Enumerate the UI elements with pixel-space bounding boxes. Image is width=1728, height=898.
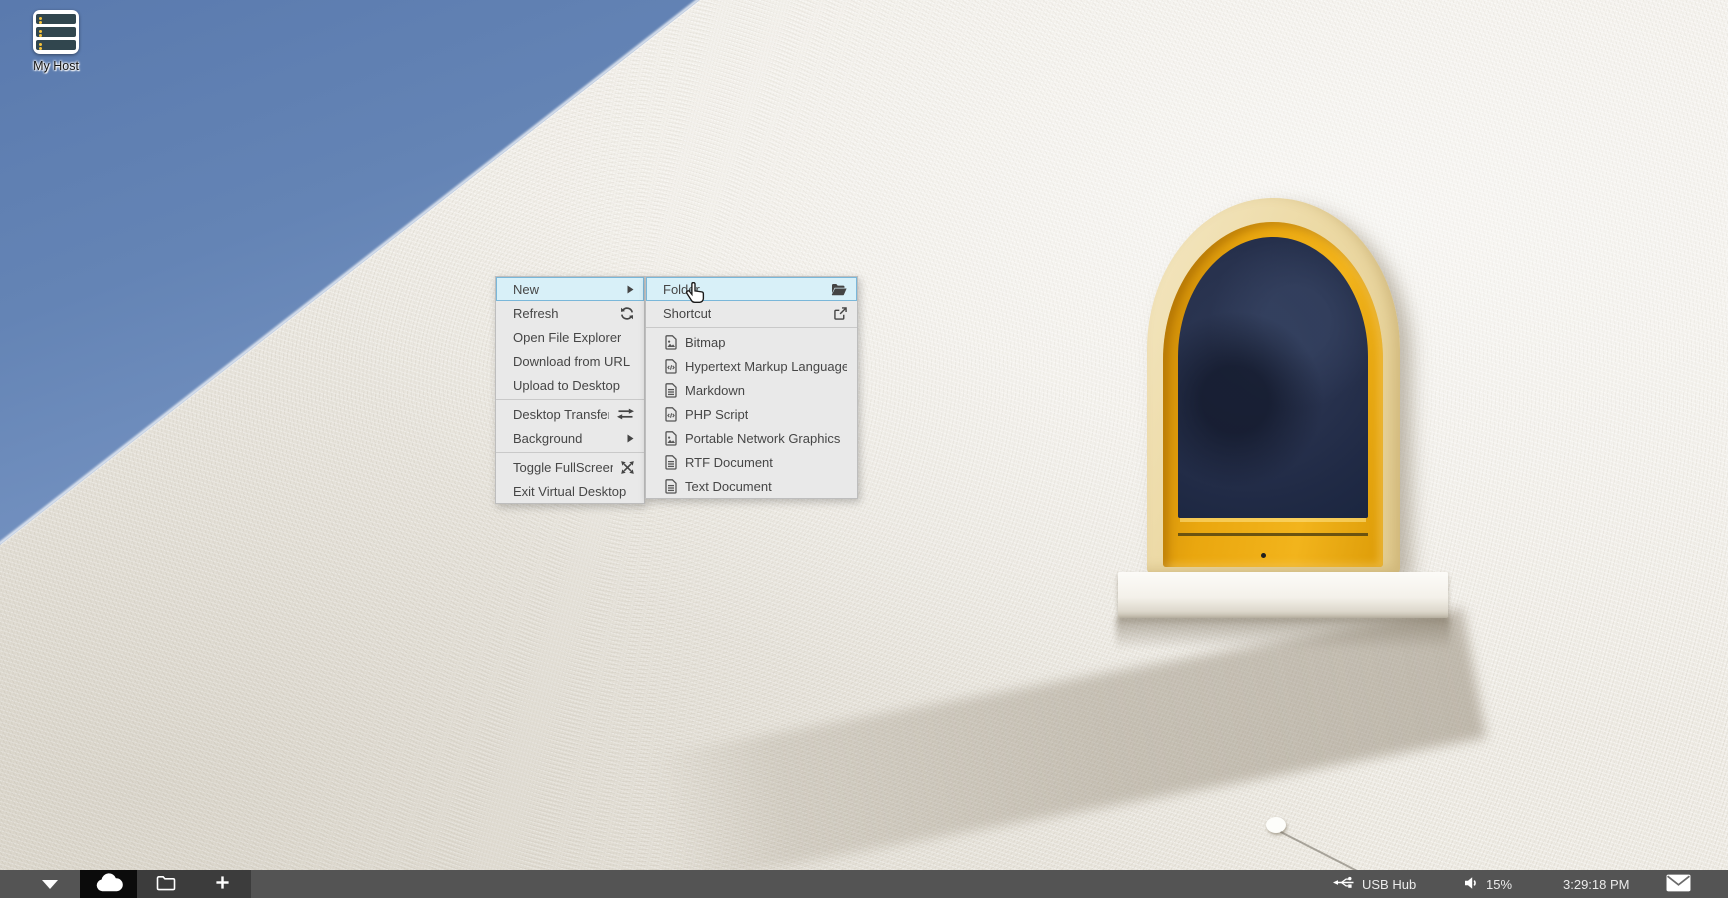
menu-item-label: Refresh xyxy=(513,306,559,321)
folder-open-icon xyxy=(823,283,847,296)
envelope-icon xyxy=(1666,874,1691,895)
file-code-icon xyxy=(663,359,679,374)
refresh-icon xyxy=(612,307,634,320)
chevron-right-icon xyxy=(619,285,634,294)
context-menu-item-new[interactable]: New xyxy=(496,277,644,301)
new-submenu-item-rtf-document[interactable]: RTF Document xyxy=(646,450,857,474)
plus-icon xyxy=(215,875,230,893)
desktop-icon-label: My Host xyxy=(10,59,102,73)
cloud-icon xyxy=(95,873,123,895)
menu-item-label: Exit Virtual Desktop xyxy=(513,484,626,499)
context-menu-item-upload-to-desktop[interactable]: Upload to Desktop xyxy=(496,373,644,397)
usb-hub-status[interactable]: USB Hub xyxy=(1333,870,1416,898)
mail-button[interactable] xyxy=(1666,870,1691,898)
chevron-right-icon xyxy=(619,434,634,443)
file-lines-icon xyxy=(663,455,679,470)
desktop-icon-my-host[interactable]: My Host xyxy=(10,10,102,73)
wallpaper-window-sill-line xyxy=(1178,533,1368,536)
menu-item-label: Download from URL xyxy=(513,354,630,369)
menu-item-label: New xyxy=(513,282,539,297)
taskbar: USB Hub 15% 3:29:18 PM xyxy=(0,870,1728,898)
file-image-icon xyxy=(663,335,679,350)
context-menu-item-desktop-transfer[interactable]: Desktop Transfer xyxy=(496,402,644,426)
volume-percent: 15% xyxy=(1486,877,1512,892)
file-lines-icon xyxy=(663,383,679,398)
usb-hub-label: USB Hub xyxy=(1362,877,1416,892)
new-submenu-item-text-document[interactable]: Text Document xyxy=(646,474,857,498)
wallpaper-window-knob xyxy=(1261,553,1266,558)
new-submenu-item-bitmap[interactable]: Bitmap xyxy=(646,330,857,354)
cloud-app-button[interactable] xyxy=(80,870,137,898)
wallpaper-window-glass xyxy=(1178,237,1368,518)
context-menu-item-exit-virtual-desktop[interactable]: Exit Virtual Desktop xyxy=(496,479,644,503)
new-submenu-item-hypertext-markup-language[interactable]: Hypertext Markup Language xyxy=(646,354,857,378)
menu-item-label: RTF Document xyxy=(685,455,773,470)
taskbar-clock: 3:29:18 PM xyxy=(1563,870,1630,898)
new-submenu-item-markdown[interactable]: Markdown xyxy=(646,378,857,402)
new-submenu-item-portable-network-graphics[interactable]: Portable Network Graphics xyxy=(646,426,857,450)
transfer-icon xyxy=(609,408,634,420)
context-menu-item-toggle-fullscreen[interactable]: Toggle FullScreen xyxy=(496,455,644,479)
folder-icon xyxy=(156,875,176,894)
menu-item-label: Background xyxy=(513,431,582,446)
menu-item-label: Toggle FullScreen xyxy=(513,460,613,475)
context-menu-separator xyxy=(496,452,644,453)
wallpaper-window-ledge xyxy=(1118,572,1448,618)
external-link-icon xyxy=(826,307,847,320)
menu-item-label: Bitmap xyxy=(685,335,725,350)
context-menu-item-refresh[interactable]: Refresh xyxy=(496,301,644,325)
menu-item-label: Open File Explorer xyxy=(513,330,621,345)
wallpaper-window-sill-highlight xyxy=(1180,518,1366,522)
file-lines-icon xyxy=(663,479,679,494)
menu-item-label: PHP Script xyxy=(685,407,748,422)
new-submenu: Folder Shortcut Bitmap Hypertext Markup Lan… xyxy=(645,276,858,499)
context-menu: New Refresh Open File Explorer Download fro… xyxy=(495,276,645,504)
usb-icon xyxy=(1333,876,1355,892)
new-submenu-item-php-script[interactable]: PHP Script xyxy=(646,402,857,426)
file-explorer-button[interactable] xyxy=(137,870,194,898)
menu-item-label: Markdown xyxy=(685,383,745,398)
menu-item-label: Text Document xyxy=(685,479,772,494)
volume-status[interactable]: 15% xyxy=(1464,870,1512,898)
menu-item-label: Folder xyxy=(663,282,700,297)
context-menu-item-download-from-url[interactable]: Download from URL xyxy=(496,349,644,373)
new-submenu-item-folder[interactable]: Folder xyxy=(646,277,857,301)
new-submenu-item-shortcut[interactable]: Shortcut xyxy=(646,301,857,325)
context-menu-item-background[interactable]: Background xyxy=(496,426,644,450)
menu-item-label: Desktop Transfer xyxy=(513,407,609,422)
menu-item-label: Hypertext Markup Language xyxy=(685,359,847,374)
new-submenu-separator xyxy=(646,327,857,328)
context-menu-item-open-file-explorer[interactable]: Open File Explorer xyxy=(496,325,644,349)
wallpaper-antenna-knob xyxy=(1266,817,1286,833)
menu-item-label: Shortcut xyxy=(663,306,711,321)
menu-item-label: Upload to Desktop xyxy=(513,378,620,393)
file-code-icon xyxy=(663,407,679,422)
clock-text: 3:29:18 PM xyxy=(1563,877,1630,892)
taskbar-collapse-button[interactable] xyxy=(30,870,70,898)
file-image-icon xyxy=(663,431,679,446)
fullscreen-icon xyxy=(613,461,634,474)
virtual-desktop: My Host New Refresh Open File Explorer Down… xyxy=(0,0,1728,898)
wallpaper-ledge-shadow xyxy=(1116,618,1450,650)
context-menu-separator xyxy=(496,399,644,400)
new-app-button[interactable] xyxy=(194,870,251,898)
server-icon xyxy=(33,10,79,54)
menu-item-label: Portable Network Graphics xyxy=(685,431,840,446)
chevron-down-icon xyxy=(42,880,58,889)
volume-icon xyxy=(1464,876,1479,893)
